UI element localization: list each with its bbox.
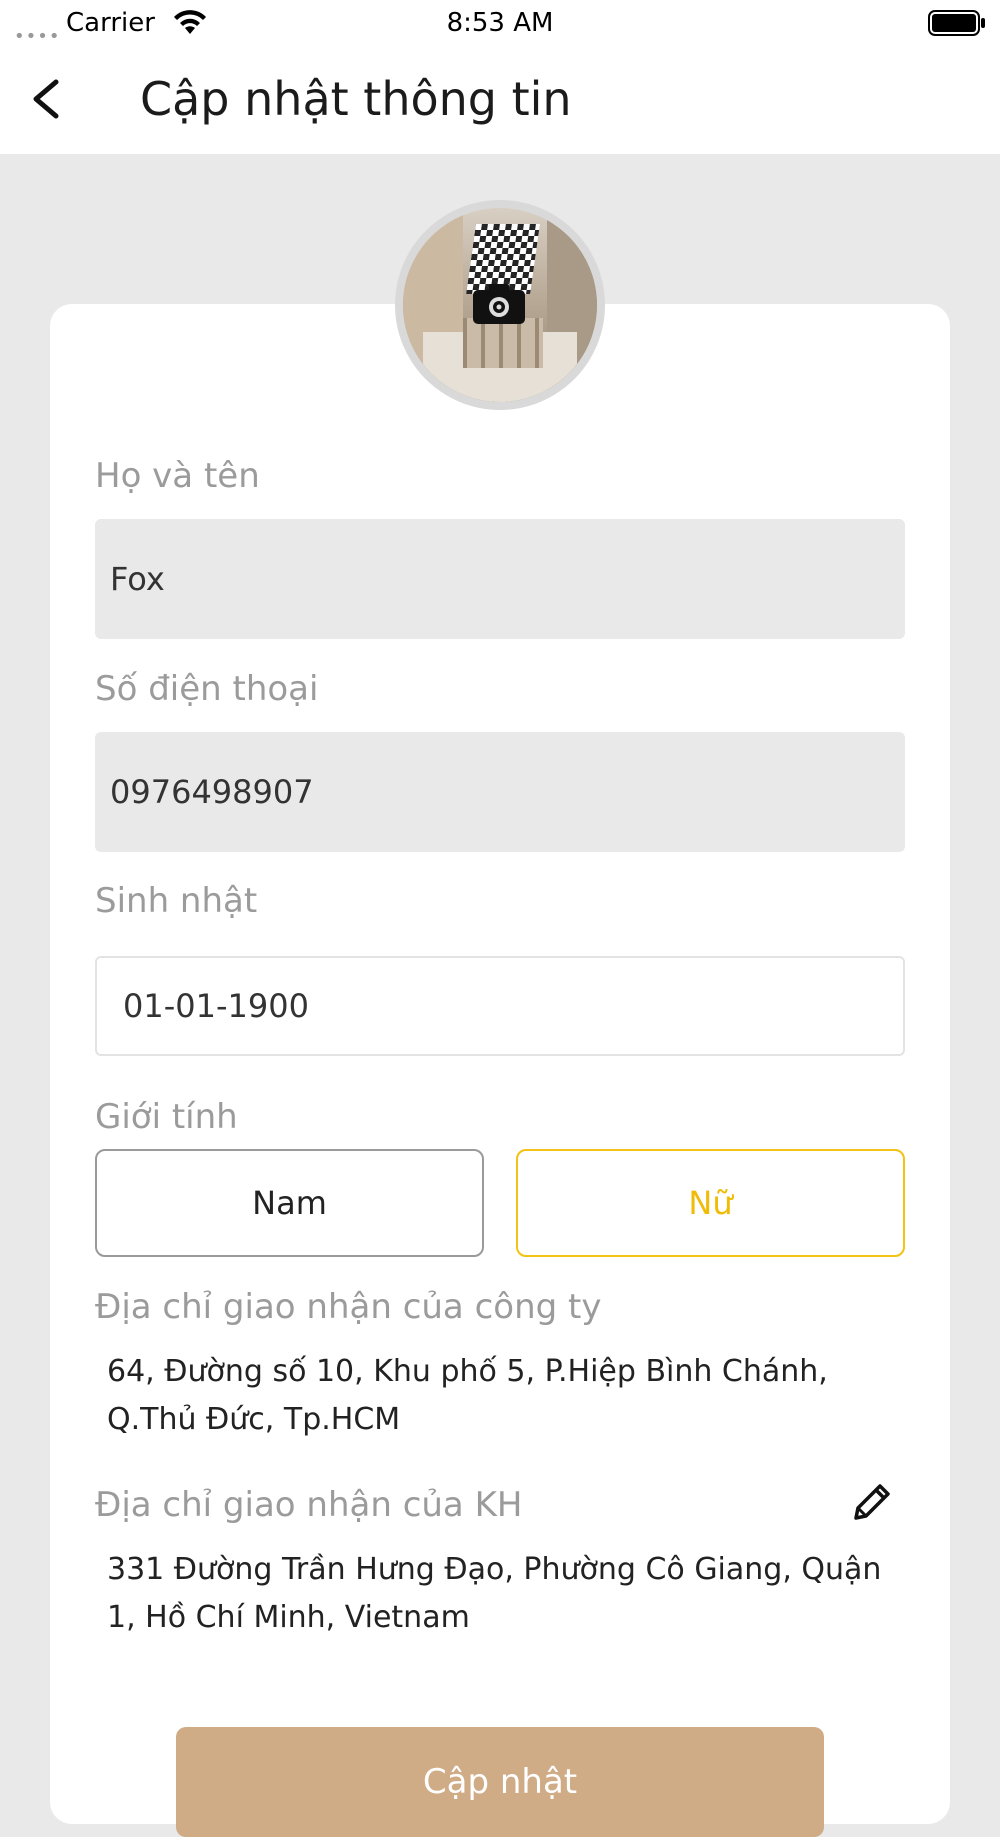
customer-address-label: Địa chỉ giao nhận của KH bbox=[95, 1485, 523, 1525]
name-label: Họ và tên bbox=[95, 456, 260, 496]
phone-label: Số điện thoại bbox=[95, 669, 319, 709]
gender-female-button[interactable]: Nữ bbox=[516, 1149, 905, 1257]
page-title: Cập nhật thông tin bbox=[140, 72, 572, 126]
name-field[interactable]: Fox bbox=[95, 519, 905, 639]
pencil-icon[interactable] bbox=[848, 1478, 896, 1526]
birthday-label: Sinh nhật bbox=[95, 881, 258, 921]
gender-male-button[interactable]: Nam bbox=[95, 1149, 484, 1257]
customer-address-line2: 1, Hồ Chí Minh, Vietnam bbox=[107, 1600, 470, 1635]
company-address-label: Địa chỉ giao nhận của công ty bbox=[95, 1287, 602, 1327]
birthday-field[interactable]: 01-01-1900 bbox=[95, 956, 905, 1056]
update-button[interactable]: Cập nhật bbox=[176, 1727, 824, 1837]
customer-address-line1: 331 Đường Trần Hưng Đạo, Phường Cô Giang… bbox=[107, 1552, 882, 1587]
camera-icon[interactable] bbox=[471, 280, 527, 326]
company-address-line2: Q.Thủ Đức, Tp.HCM bbox=[107, 1402, 401, 1437]
avatar-image bbox=[403, 208, 597, 402]
phone-field[interactable]: 0976498907 bbox=[95, 732, 905, 852]
battery-icon bbox=[928, 10, 985, 36]
nav-bar: Cập nhật thông tin bbox=[0, 48, 1000, 154]
status-bar: •••• Carrier 8:53 AM bbox=[0, 0, 1000, 48]
status-time: 8:53 AM bbox=[446, 8, 554, 38]
avatar[interactable] bbox=[395, 200, 605, 410]
company-address-line1: 64, Đường số 10, Khu phố 5, P.Hiệp Bình … bbox=[107, 1354, 828, 1389]
back-chevron-icon[interactable] bbox=[22, 72, 72, 126]
gender-label: Giới tính bbox=[95, 1097, 238, 1137]
